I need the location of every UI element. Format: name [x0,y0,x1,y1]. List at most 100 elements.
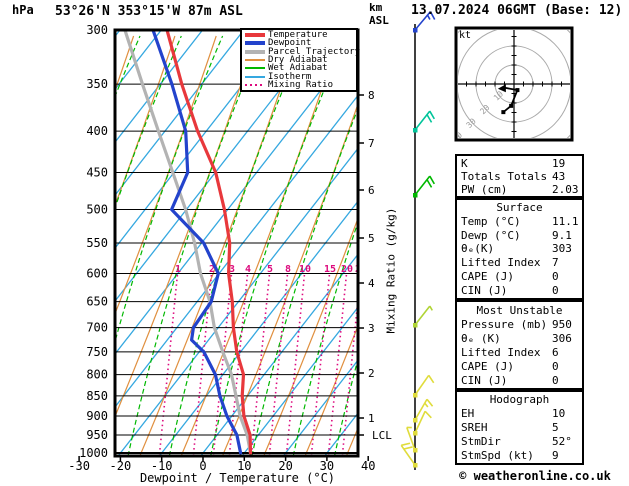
indices-row-label: CIN (J) [461,283,508,297]
legend-item-label: Mixing Ratio [268,79,334,90]
svg-text:700: 700 [86,321,108,335]
indices-box-header: Most Unstable [476,303,563,317]
svg-text:40: 40 [361,459,375,473]
indices-row-label: CAPE (J) [461,269,514,283]
indices-row-label: θₑ(K) [461,242,495,256]
wind-barb [413,374,435,398]
svg-text:1000: 1000 [79,446,108,460]
indices-row-value: 9.1 [552,228,572,242]
indices-row: K 19 [457,157,582,170]
svg-text:-30: -30 [68,459,90,473]
indices-row: Lifted Index 7 [457,256,582,269]
indices-row-label: PW (cm) [461,183,508,196]
credit-label: © weatheronline.co.uk [459,469,611,483]
indices-row-label: EH [461,407,475,421]
mixing-ratio-axis-label: Mixing Ratio (g/kg) [384,207,398,334]
svg-text:950: 950 [86,428,108,442]
indices-row: EH 10 [457,407,582,420]
indices-row: PW (cm) 2.03 [457,183,582,196]
svg-text:800: 800 [86,368,108,382]
indices-row: Totals Totals 43 [457,170,582,183]
svg-text:1: 1 [368,412,375,425]
svg-text:8: 8 [368,89,375,102]
indices-row-value: 10 [552,407,566,421]
legend-line-sample [245,33,265,38]
indices-row-label: Lifted Index [461,256,541,270]
svg-text:550: 550 [86,236,108,250]
pressure-unit-label: hPa [12,3,34,17]
indices-row-value: 11.1 [552,215,579,229]
indices-row-label: StmSpd (kt) [461,448,534,462]
wind-barb [413,398,434,423]
indices-row: Pressure (mb) 950 [457,318,582,331]
svg-text:500: 500 [86,202,108,216]
indices-row: Lifted Index 6 [457,346,582,359]
legend-line-sample [245,58,265,61]
indices-row-value: 303 [552,242,572,256]
svg-text:850: 850 [86,389,108,403]
indices-row: StmDir 52° [457,435,582,448]
wind-barb [413,305,433,328]
indices-row-value: 52° [552,434,572,448]
indices-row: θₑ(K) 303 [457,242,582,255]
svg-text:650: 650 [86,295,108,309]
indices-box-hodograph: Hodograph EH 10 SREH 5 StmDir 52° StmSpd (kt) 9 [455,390,584,465]
indices-row-value: 43 [552,170,566,183]
indices-row-value: 5 [552,420,559,434]
svg-text:300: 300 [86,23,108,37]
indices-row-label: SREH [461,420,488,434]
dry-adiabat-lines [116,35,357,455]
indices-box-header: Hodograph [489,393,550,407]
indices-row: CIN (J) 0 [457,284,582,297]
indices-row-label: K [461,157,468,170]
indices-row: θₑ (K) 306 [457,332,582,345]
indices-row-value: 2.03 [552,183,579,196]
svg-text:900: 900 [86,409,108,423]
station-title: 53°26'N 353°15'W 87m ASL [55,4,243,19]
indices-row-label: StmDir [461,434,501,448]
indices-row-label: CAPE (J) [461,359,514,373]
datetime-label: 13.07.2024 06GMT (Base: 12) [411,3,623,18]
indices-row-value: 7 [552,256,559,270]
indices-row-value: 19 [552,157,566,170]
wet-adiabat-lines [116,35,357,455]
indices-row: CIN (J) 0 [457,374,582,387]
legend-line-sample [245,49,265,54]
indices-row: CAPE (J) 0 [457,360,582,373]
svg-text:400: 400 [86,124,108,138]
indices-row: Dewp (°C) 9.1 [457,229,582,242]
pressure-tick-labels: 300 350 400 450 500 550 600 650 700 750 800 850 900 9… [79,23,108,460]
indices-row: Temp (°C) 11.1 [457,215,582,228]
lcl-label: LCL [372,429,392,442]
wind-barb [413,110,436,133]
indices-row: CAPE (J) 0 [457,270,582,283]
indices-row-label: Dewp (°C) [461,228,521,242]
svg-text:6: 6 [368,184,375,197]
sounding-screenshot: 1 2 3 4 5 8 10 15 20 25 300 350 400 450 500 550 600 650 70… [0,0,629,486]
svg-text:450: 450 [86,165,108,179]
indices-row-label: Totals Totals [461,170,548,183]
indices-box-header: Surface [496,201,543,215]
indices-row-value: 306 [552,331,572,345]
svg-text:750: 750 [86,345,108,359]
legend-line-sample [245,67,265,70]
svg-text:5: 5 [368,232,375,245]
legend-line-sample [245,41,265,46]
legend-item: Mixing Ratio [242,79,356,90]
indices-box-surface: Surface Temp (°C) 11.1 Dewp (°C) 9.1 θₑ(K) 303… [455,198,584,300]
indices-box: K 19 Totals Totals 43 PW (cm) 2.03 [455,154,584,198]
svg-text:3: 3 [368,322,375,335]
indices-row-value: 950 [552,317,572,331]
svg-text:600: 600 [86,267,108,281]
indices-row: StmSpd (kt) 9 [457,449,582,462]
x-axis-title: Dewpoint / Temperature (°C) [139,471,336,485]
altitude-axis-unit-label: km ASL [369,1,389,27]
svg-text:4: 4 [368,277,375,290]
indices-row-label: Lifted Index [461,345,541,359]
wind-barb [413,175,436,198]
svg-text:7: 7 [368,137,375,150]
indices-row: SREH 5 [457,421,582,434]
indices-box-most-unstable: Most Unstable Pressure (mb) 950 θₑ (K) 306 Li… [455,300,584,390]
legend-line-sample [245,75,265,78]
svg-text:2: 2 [368,367,375,380]
